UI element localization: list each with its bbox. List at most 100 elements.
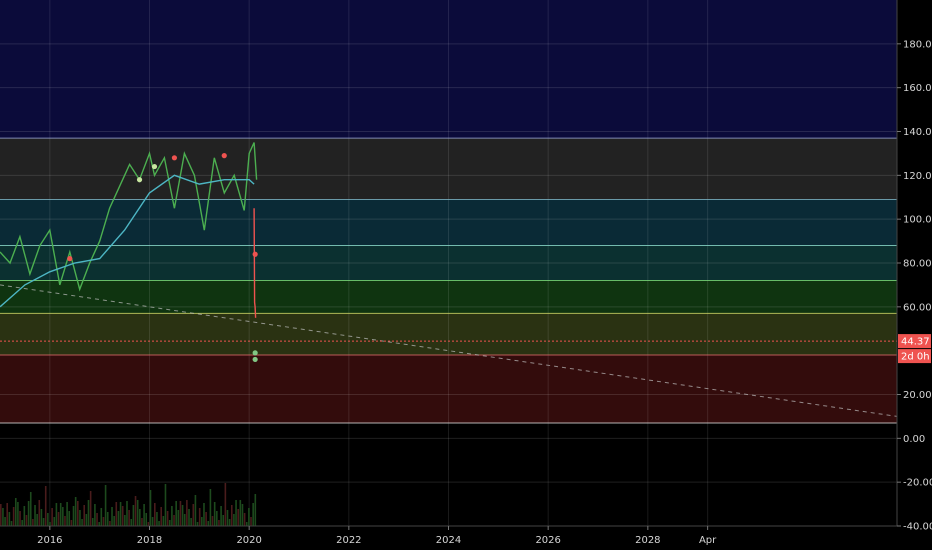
volume-bar-81 (173, 515, 175, 526)
volume-bar-83 (177, 510, 180, 526)
y-tick-label: 100.00 (903, 215, 932, 226)
signal-marker-2 (221, 153, 227, 159)
volume-bar-115 (245, 522, 248, 526)
y-tick-label: 180.00 (903, 39, 932, 50)
volume-bar-38 (81, 519, 83, 526)
volume-bar-61 (130, 519, 133, 526)
x-tick-label: 2018 (137, 535, 162, 546)
volume-bar-40 (85, 514, 88, 526)
volume-bar-87 (186, 500, 188, 526)
x-tick-label: 2028 (635, 535, 660, 546)
volume-bar-102 (218, 520, 220, 526)
volume-bar-95 (203, 503, 205, 526)
volume-bar-5 (10, 521, 13, 526)
volume-bar-28 (59, 503, 62, 526)
volume-bar-3 (6, 503, 9, 526)
volume-bar-97 (207, 521, 210, 526)
volume-bar-114 (243, 513, 246, 526)
volume-bar-77 (164, 484, 167, 526)
volume-bar-107 (228, 519, 231, 526)
volume-bar-0 (0, 504, 2, 526)
volume-bar-21 (44, 486, 47, 526)
volume-bar-111 (237, 509, 239, 526)
volume-bar-24 (51, 508, 53, 526)
chart-root: 180.00 160.00 140.00 120.00 100.00 80.00 60.00… (0, 0, 932, 550)
volume-bar-75 (160, 507, 163, 526)
volume-bar-42 (89, 491, 92, 526)
volume-bar-69 (147, 522, 150, 526)
volume-bar-116 (248, 508, 250, 526)
volume-bar-4 (8, 512, 11, 526)
volume-bar-99 (211, 516, 214, 526)
volume-bar-104 (222, 515, 225, 526)
volume-bar-37 (79, 510, 81, 526)
x-tick-label: Apr (699, 535, 717, 546)
volume-bar-17 (36, 514, 38, 526)
x-tick-label: 2022 (336, 535, 361, 546)
volume-bar-109 (233, 514, 235, 526)
volume-bar-96 (205, 512, 207, 526)
volume-bar-118 (252, 503, 254, 526)
volume-bar-76 (162, 516, 165, 526)
volume-bar-51 (109, 521, 111, 526)
volume-bar-11 (23, 506, 26, 526)
volume-bar-106 (226, 510, 229, 526)
volume-bar-70 (149, 490, 152, 526)
volume-bar-82 (175, 501, 177, 526)
volume-bar-74 (158, 521, 160, 526)
volume-bar-55 (117, 511, 120, 526)
volume-bar-94 (201, 517, 203, 526)
volume-bar-112 (239, 500, 242, 526)
volume-bar-56 (119, 502, 122, 526)
volume-bar-91 (194, 495, 197, 526)
volume-bar-85 (181, 505, 184, 526)
volume-bar-68 (145, 513, 148, 526)
x-tick-label: 2016 (37, 535, 62, 546)
volume-bar-92 (196, 522, 199, 526)
volume-bar-43 (91, 518, 94, 526)
volume-bar-80 (171, 506, 173, 526)
signal-marker-7 (252, 356, 258, 363)
volume-bar-36 (76, 501, 79, 526)
signal-marker-0 (67, 256, 73, 262)
volume-bar-105 (224, 483, 227, 526)
volume-bar-8 (17, 502, 19, 526)
volume-bar-119 (254, 494, 257, 526)
signal-marker-3 (252, 251, 258, 257)
price-chart[interactable]: 180.00 160.00 140.00 120.00 100.00 80.00 60.00… (0, 0, 932, 550)
volume-bar-25 (53, 517, 56, 526)
volume-bar-79 (168, 520, 171, 526)
signal-marker-5 (136, 177, 143, 183)
volume-bar-10 (21, 520, 23, 526)
volume-bar-64 (136, 500, 139, 526)
volume-bar-89 (190, 518, 192, 526)
volume-bar-27 (57, 512, 60, 526)
volume-bar-26 (55, 503, 58, 526)
volume-bar-41 (87, 500, 90, 526)
volume-bar-35 (74, 497, 77, 526)
signal-marker-4 (151, 163, 158, 170)
volume-bar-15 (32, 519, 34, 526)
countdown-label: 2d 0h (901, 352, 930, 363)
volume-bar-14 (29, 492, 32, 526)
volume-bar-53 (113, 516, 115, 526)
volume-bar-59 (126, 501, 128, 526)
y-tick-label: 140.00 (903, 127, 932, 138)
y-tick-label: 60.00 (903, 302, 932, 313)
y-tick-label: 80.00 (903, 259, 932, 270)
volume-bar-32 (68, 511, 71, 526)
volume-bar-34 (72, 506, 75, 526)
volume-bar-67 (143, 504, 145, 526)
volume-bar-7 (14, 498, 17, 526)
volume-bar-2 (4, 517, 6, 526)
volume-bar-47 (100, 508, 103, 526)
x-tick-label: 2024 (436, 535, 461, 546)
y-tick-label: -20.00 (903, 478, 932, 489)
volume-bar-113 (241, 504, 244, 526)
volume-bar-16 (34, 505, 36, 526)
volume-bar-12 (25, 515, 28, 526)
volume-bar-46 (98, 522, 100, 526)
y-tick-label: 160.00 (903, 83, 932, 94)
volume-bar-98 (209, 489, 212, 526)
volume-bar-62 (132, 505, 135, 526)
